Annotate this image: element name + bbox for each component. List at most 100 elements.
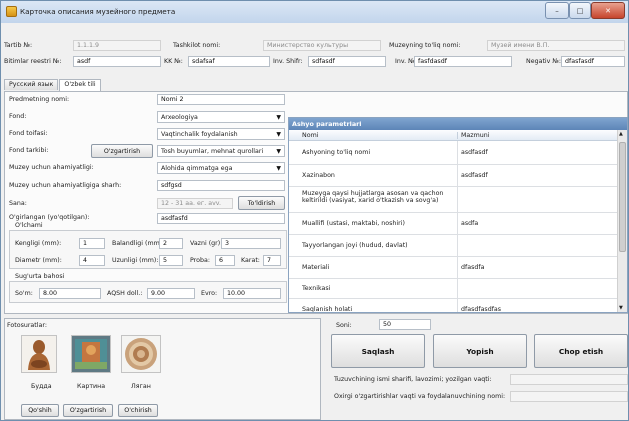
cell-mazmuni[interactable]: asdfasdf [457, 165, 617, 187]
title-bar: Карточка описания музейного предмета – □… [1, 1, 628, 23]
column-header-nomi[interactable]: Nomi [299, 132, 449, 139]
table-row[interactable]: Saqlanish holati dfasdfasdfas [289, 299, 617, 312]
fond-select[interactable]: Arxeologiya ▼ [157, 111, 285, 123]
uzunligi-field[interactable]: 5 [159, 255, 183, 266]
scrollbar-thumb[interactable] [619, 142, 626, 252]
tab-russian[interactable]: Русский язык [4, 79, 59, 90]
sana-label: Sana: [9, 200, 27, 207]
table-row[interactable]: Xazinabon asdfasdf [289, 165, 617, 187]
cell-nomi[interactable]: Materiali [299, 264, 454, 271]
table-row[interactable]: Tayyorlangan joyi (hudud, davlat) [289, 235, 617, 257]
cell-mazmuni[interactable] [457, 235, 617, 257]
scroll-up-icon[interactable]: ▲ [619, 131, 623, 137]
tartib-label: Tartib №: [4, 42, 33, 49]
photo-caption-plate: Ляган [131, 383, 151, 390]
muzey-field[interactable]: Музей имени В.П. [487, 40, 625, 51]
ahamiyat-select[interactable]: Alohida qimmatga ega ▼ [157, 162, 285, 174]
negativ-label: Negativ №: [526, 58, 562, 65]
som-field[interactable]: 8.00 [39, 288, 101, 299]
sugurta-label: Sug'urta bahosi [15, 273, 65, 280]
cell-nomi[interactable]: Texnikasi [299, 285, 454, 292]
evro-label: Evro: [201, 290, 218, 297]
fond-tarkibi-select[interactable]: Tosh buyumlar, mehnat qurollari ▼ [157, 145, 285, 157]
diametr-field[interactable]: 4 [79, 255, 105, 266]
table-row[interactable]: Texnikasi [289, 279, 617, 299]
photo-plate[interactable] [121, 335, 161, 373]
tuzuvchi-field[interactable] [510, 374, 628, 385]
edit-photo-button[interactable]: O'zgartirish [63, 404, 113, 417]
cell-nomi[interactable]: Tayyorlangan joyi (hudud, davlat) [299, 242, 454, 249]
proba-label: Proba: [190, 257, 210, 264]
table-row[interactable]: Materiali dfasdfa [289, 257, 617, 279]
fond-toifasi-select[interactable]: Vaqtinchalik foydalanish ▼ [157, 128, 285, 140]
dropdown-arrow-icon: ▼ [276, 131, 281, 138]
tartib-field[interactable]: 1.1.1.9 [73, 40, 161, 51]
photo-buddha[interactable] [21, 335, 57, 373]
table-row[interactable]: Ashyoning to'liq nomi asdfasdf [289, 141, 617, 165]
cell-nomi[interactable]: Muzeyga qaysi hujjatlarga asosan va qach… [299, 190, 454, 204]
cell-mazmuni[interactable] [457, 187, 617, 213]
inv-shifr-label: Inv. Shifr: [273, 58, 303, 65]
kk-field[interactable]: sdafsaf [188, 56, 270, 67]
photo-painting[interactable] [71, 335, 111, 373]
print-button[interactable]: Chop etish [534, 334, 628, 368]
add-photo-button[interactable]: Qo'shih [21, 404, 59, 417]
maximize-button[interactable]: □ [569, 2, 591, 19]
vazni-field[interactable]: 3 [221, 238, 281, 249]
cell-nomi[interactable]: Ashyoning to'liq nomi [299, 149, 454, 156]
sharh-field[interactable]: sdfgsd [157, 180, 285, 191]
language-tabs: Русский язык O'zbek tili [4, 79, 102, 91]
cell-mazmuni[interactable]: asdfasdf [457, 141, 617, 165]
balandligi-label: Balandligi (mm): [112, 240, 165, 247]
evro-field[interactable]: 10.00 [223, 288, 281, 299]
minimize-button[interactable]: – [545, 2, 569, 19]
balandligi-field[interactable]: 2 [159, 238, 183, 249]
tab-uzbek[interactable]: O'zbek tili [59, 79, 101, 91]
table-row[interactable]: Muzeyga qaysi hujjatlarga asosan va qach… [289, 187, 617, 213]
sana-field[interactable]: 12 - 31 аа. ег. avv. [157, 198, 233, 209]
scroll-down-icon[interactable]: ▼ [619, 305, 623, 311]
fond-tarkibi-edit-button[interactable]: O'zgartirish [91, 144, 153, 158]
sharh-label: Muzey uchun ahamiyatligiga sharh: [9, 182, 122, 189]
diametr-label: Diametr (mm): [15, 257, 62, 264]
cell-mazmuni[interactable] [457, 279, 617, 299]
aqsh-field[interactable]: 9.00 [147, 288, 195, 299]
cell-mazmuni[interactable]: dfasdfasdfas [457, 299, 617, 312]
bitimlar-field[interactable]: asdf [73, 56, 161, 67]
tashkilot-field[interactable]: Министерство культуры [263, 40, 381, 51]
fond-value: Arxeologiya [161, 114, 198, 121]
inv-no-field[interactable]: fasfdasdf [414, 56, 512, 67]
inv-shifr-field[interactable]: sdfasdf [308, 56, 386, 67]
tashkilot-label: Tashkilot nomi: [173, 42, 221, 49]
som-label: So'm: [15, 290, 33, 297]
cell-nomi[interactable]: Muallifi (ustasi, maktabi, noshiri) [299, 220, 454, 227]
column-header-mazmuni[interactable]: Mazmuni [457, 132, 607, 139]
table-row[interactable]: Muallifi (ustasi, maktabi, noshiri) asdfa [289, 213, 617, 235]
cell-mazmuni[interactable]: dfasdfa [457, 257, 617, 279]
vazni-label: Vazni (gr): [190, 240, 223, 247]
close-icon: ✕ [605, 6, 611, 15]
close-button[interactable]: Yopish [433, 334, 527, 368]
grid-scrollbar[interactable]: ▲ ▼ [617, 130, 627, 312]
olingan-field[interactable]: asdfasfd [157, 213, 285, 224]
dropdown-arrow-icon: ▼ [276, 114, 281, 121]
predmet-field[interactable]: Nomi 2 [157, 94, 285, 105]
close-window-button[interactable]: ✕ [591, 2, 625, 19]
oxirgi-field[interactable] [510, 391, 628, 402]
soni-field[interactable]: 50 [379, 319, 431, 330]
window-title: Карточка описания музейного предмета [20, 7, 176, 16]
aqsh-label: AQSH doll.: [107, 290, 143, 297]
save-button[interactable]: Saqlash [331, 334, 425, 368]
fond-tarkibi-value: Tosh buyumlar, mehnat qurollari [161, 148, 264, 155]
tuzuvchi-label: Tuzuvchining ismi sharifi, lavozimi; yoz… [334, 376, 492, 383]
kengligi-field[interactable]: 1 [79, 238, 105, 249]
toldirish-button[interactable]: To'ldirish [238, 196, 285, 210]
cell-nomi[interactable]: Saqlanish holati [299, 306, 454, 312]
photo-caption-painting: Картина [77, 383, 106, 390]
karat-field[interactable]: 7 [263, 255, 281, 266]
delete-photo-button[interactable]: O'chirish [118, 404, 158, 417]
proba-field[interactable]: 6 [215, 255, 235, 266]
cell-nomi[interactable]: Xazinabon [299, 172, 454, 179]
negativ-field[interactable]: dfasfasdf [561, 56, 625, 67]
cell-mazmuni[interactable]: asdfa [457, 213, 617, 235]
